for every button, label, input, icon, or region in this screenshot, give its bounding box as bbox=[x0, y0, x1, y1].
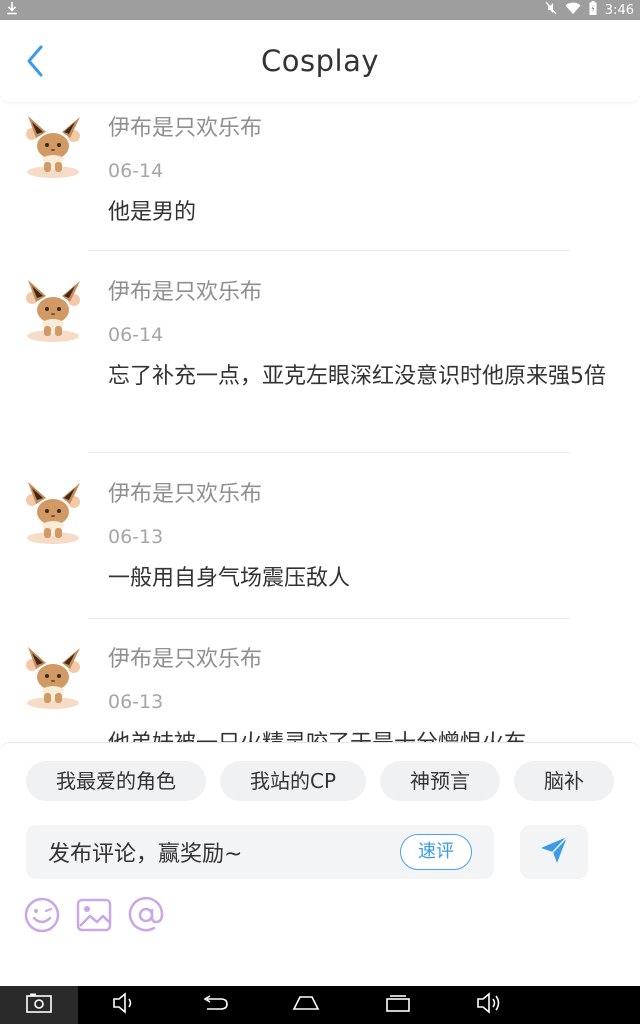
comment-date: 06-13 bbox=[108, 691, 164, 713]
comment-item: 伊布是只欢乐布 06-14 忘了补充一点，亚克左眼深红没意识时他原来强5倍 bbox=[0, 278, 640, 394]
quick-tags[interactable]: 我最爱的角色 我站的CP 神预言 脑补 bbox=[0, 761, 640, 803]
status-bar: 3:46 bbox=[0, 0, 640, 20]
comment-text: 他是男的 bbox=[108, 200, 197, 225]
comment-date: 06-13 bbox=[108, 526, 164, 548]
app-header: Cosplay bbox=[0, 20, 640, 102]
comment-date: 06-14 bbox=[108, 160, 164, 182]
status-icons: 3:46 bbox=[545, 1, 634, 19]
comment-list[interactable]: 伊布是只欢乐布 06-14 他是男的 伊布是只欢乐布 06-14 忘了补充一点，… bbox=[0, 102, 640, 742]
tool-icons bbox=[22, 895, 166, 935]
volume-down-icon bbox=[112, 992, 136, 1018]
comment-item: 伊布是只欢乐布 06-14 他是男的 bbox=[0, 114, 640, 230]
tag-chip[interactable]: 我站的CP bbox=[220, 761, 367, 801]
wifi-icon bbox=[565, 2, 581, 18]
paper-plane-icon bbox=[539, 835, 569, 869]
recents-icon bbox=[385, 994, 411, 1016]
home-button[interactable] bbox=[261, 986, 352, 1024]
comment-username[interactable]: 伊布是只欢乐布 bbox=[108, 645, 640, 675]
comment-text: 忘了补充一点，亚克左眼深红没意识时他原来强5倍 bbox=[108, 364, 606, 389]
back-button[interactable] bbox=[20, 45, 50, 81]
home-icon bbox=[292, 995, 320, 1015]
volume-up-icon bbox=[476, 992, 502, 1018]
chevron-left-icon bbox=[25, 45, 45, 81]
page-title: Cosplay bbox=[261, 44, 379, 78]
comment-item: 伊布是只欢乐布 06-13 一般用自身气场震压敌人 bbox=[0, 480, 640, 596]
avatar[interactable] bbox=[22, 480, 84, 546]
comment-input[interactable]: 发布评论，赢奖励~ 速评 bbox=[26, 825, 494, 879]
screenshot-button[interactable] bbox=[0, 986, 78, 1024]
back-nav-button[interactable] bbox=[169, 986, 260, 1024]
comment-panel: 我最爱的角色 我站的CP 神预言 脑补 发布评论，赢奖励~ 速评 bbox=[0, 742, 640, 986]
comment-text: 一般用自身气场震压敌人 bbox=[108, 566, 351, 591]
comment-item: 伊布是只欢乐布 06-13 他弟妹被一只火精灵咬了于是十分憎恨火布 bbox=[0, 645, 640, 742]
volume-up-button[interactable] bbox=[444, 986, 535, 1024]
recents-button[interactable] bbox=[352, 986, 443, 1024]
quick-review-button[interactable]: 速评 bbox=[400, 834, 472, 870]
battery-icon bbox=[589, 1, 597, 19]
download-icon bbox=[6, 1, 18, 19]
system-nav-bar bbox=[0, 986, 640, 1024]
emoji-icon[interactable] bbox=[22, 895, 62, 935]
comment-input-placeholder: 发布评论，赢奖励~ bbox=[48, 842, 243, 867]
comment-username[interactable]: 伊布是只欢乐布 bbox=[108, 278, 640, 308]
comment-username[interactable]: 伊布是只欢乐布 bbox=[108, 114, 640, 144]
comment-text: 他弟妹被一只火精灵咬了于是十分憎恨火布 bbox=[108, 727, 608, 742]
volume-down-button[interactable] bbox=[78, 986, 169, 1024]
divider bbox=[88, 452, 570, 453]
image-icon[interactable] bbox=[74, 895, 114, 935]
comment-date: 06-14 bbox=[108, 324, 164, 346]
avatar[interactable] bbox=[22, 114, 84, 180]
tag-chip[interactable]: 我最爱的角色 bbox=[26, 761, 206, 801]
at-icon[interactable] bbox=[126, 895, 166, 935]
divider bbox=[88, 250, 570, 251]
mute-icon bbox=[545, 1, 557, 19]
divider bbox=[88, 618, 570, 619]
tag-chip[interactable]: 神预言 bbox=[380, 761, 501, 801]
avatar[interactable] bbox=[22, 278, 84, 344]
clock: 3:46 bbox=[604, 2, 634, 18]
comment-username[interactable]: 伊布是只欢乐布 bbox=[108, 480, 640, 510]
send-button[interactable] bbox=[520, 825, 588, 879]
avatar[interactable] bbox=[22, 645, 84, 711]
back-icon bbox=[201, 995, 229, 1015]
tag-chip[interactable]: 脑补 bbox=[514, 761, 615, 801]
screenshot-icon bbox=[26, 993, 52, 1017]
